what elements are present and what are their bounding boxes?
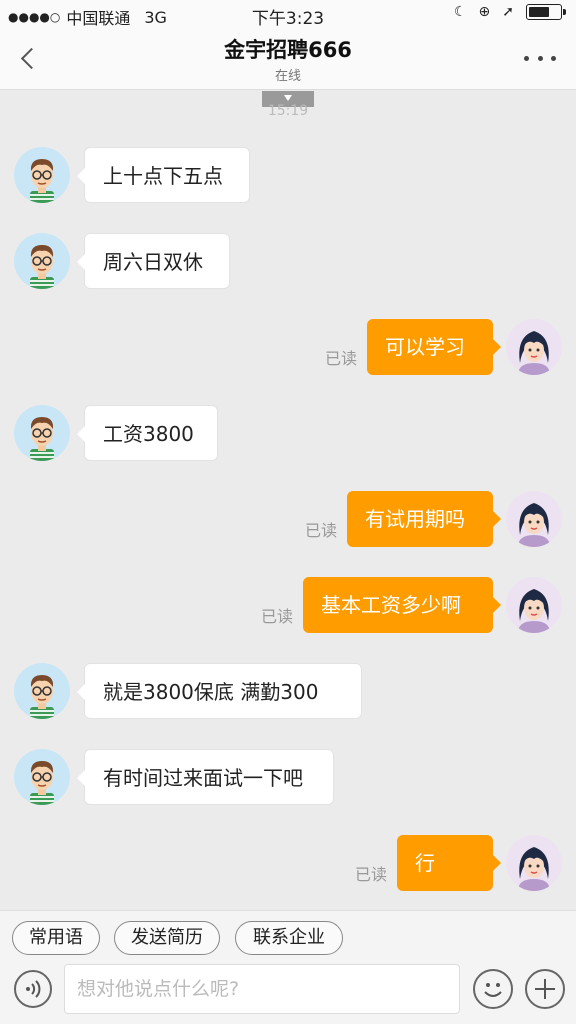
recruiter-avatar[interactable] <box>14 233 70 289</box>
user-avatar-icon <box>506 577 562 633</box>
message-bubble[interactable]: 可以学习 <box>367 319 501 375</box>
recruiter-avatar-icon <box>14 233 70 289</box>
quick-reply-common-phrases[interactable]: 常用语 <box>12 921 100 955</box>
online-status: 在线 <box>274 69 301 84</box>
read-receipt: 已读 <box>325 349 358 368</box>
message-bubble[interactable]: 就是3800保底 满勤300 <box>77 663 362 719</box>
chat-area[interactable]: 15:19 上十点下五点 周六日双休 已读 可以学习 工资3800 已读 有试用期吗 已读 基本… <box>0 91 576 910</box>
user-avatar-icon <box>506 491 562 547</box>
recruiter-avatar-icon <box>14 663 70 719</box>
recruiter-avatar-icon <box>14 147 70 203</box>
smiley-icon <box>484 983 502 997</box>
user-avatar[interactable] <box>506 577 562 633</box>
recruiter-avatar[interactable] <box>14 749 70 805</box>
page-title: 金宇招聘666 <box>224 38 352 62</box>
user-avatar[interactable] <box>506 319 562 375</box>
message-bubble[interactable]: 工资3800 <box>77 405 218 461</box>
user-avatar[interactable] <box>506 491 562 547</box>
quick-reply-contact-company[interactable]: 联系企业 <box>235 921 343 955</box>
message-bubble[interactable]: 周六日双休 <box>77 233 230 289</box>
nav-bar: 金宇招聘666 在线 <box>0 30 576 90</box>
orientation-lock-icon: ⊕ <box>478 4 491 20</box>
message-input[interactable]: 想对他说点什么呢? <box>64 964 460 1014</box>
voice-input-button[interactable] <box>14 970 52 1008</box>
message-bubble[interactable]: 有试用期吗 <box>347 491 501 547</box>
recruiter-avatar-icon <box>14 749 70 805</box>
user-avatar-icon <box>506 319 562 375</box>
status-bar: ●●●●○ 中国联通 3G 下午3:23 ☾ ⊕ ➚ <box>0 0 576 30</box>
message-timestamp: 15:19 <box>267 103 309 119</box>
add-attachment-button[interactable] <box>525 969 565 1009</box>
status-right: ☾ ⊕ ➚ <box>453 4 566 20</box>
recruiter-avatar-icon <box>14 405 70 461</box>
user-avatar[interactable] <box>506 835 562 891</box>
message-bubble[interactable]: 基本工资多少啊 <box>303 577 501 633</box>
location-arrow-icon: ➚ <box>502 4 514 20</box>
message-bubble[interactable]: 上十点下五点 <box>77 147 250 203</box>
input-bar: 想对他说点什么呢? <box>0 958 576 1024</box>
message-bubble[interactable]: 有时间过来面试一下吧 <box>77 749 334 805</box>
voice-icon <box>26 980 41 998</box>
read-receipt: 已读 <box>305 521 338 540</box>
quick-reply-send-resume[interactable]: 发送简历 <box>114 921 220 955</box>
read-receipt: 已读 <box>261 607 294 626</box>
recruiter-avatar[interactable] <box>14 405 70 461</box>
recruiter-avatar[interactable] <box>14 663 70 719</box>
emoji-button[interactable] <box>473 969 513 1009</box>
user-avatar-icon <box>506 835 562 891</box>
recruiter-avatar[interactable] <box>14 147 70 203</box>
moon-icon: ☾ <box>453 4 467 20</box>
read-receipt: 已读 <box>355 865 388 884</box>
message-bubble[interactable]: 行 <box>397 835 501 891</box>
battery-icon <box>526 4 566 20</box>
more-options-button[interactable] <box>524 48 556 68</box>
